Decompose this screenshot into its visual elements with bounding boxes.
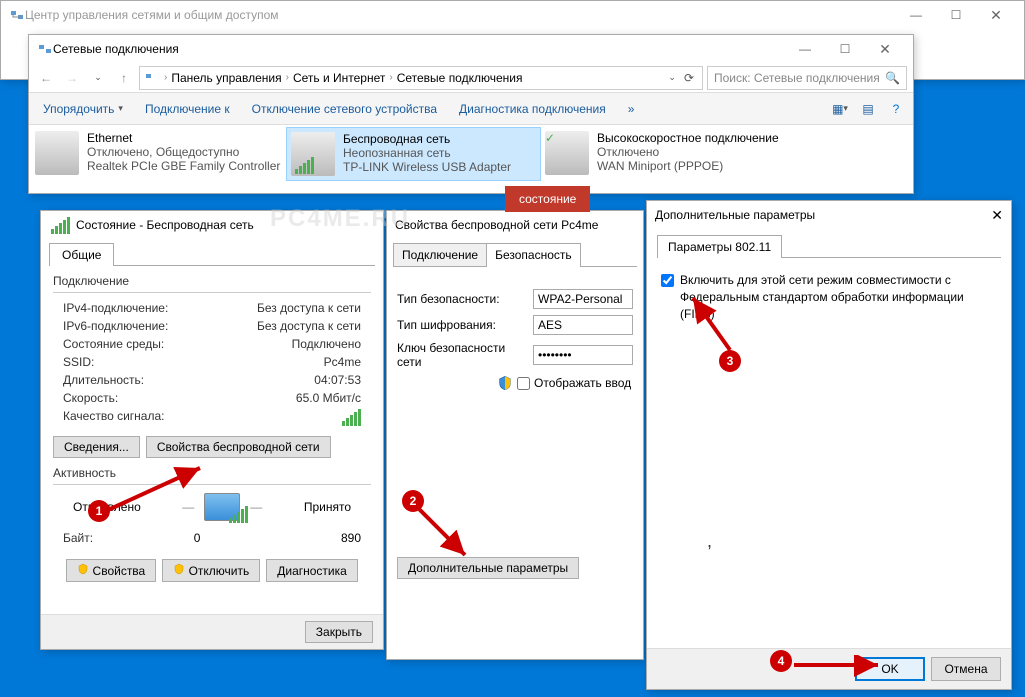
show-characters-checkbox[interactable] [517, 377, 530, 390]
callout-1: 1 [88, 500, 110, 522]
network-icon [9, 7, 25, 23]
connect-to-button[interactable]: Подключение к [137, 98, 238, 120]
tab-bar: Параметры 802.11 [657, 235, 1001, 258]
titlebar: Свойства беспроводной сети Pc4me [387, 211, 643, 239]
preview-pane-icon[interactable]: ▤ [857, 98, 879, 120]
tab-bar: Общие [49, 243, 375, 266]
breadcrumb-item[interactable]: Сетевые подключения [397, 71, 523, 85]
back-button[interactable]: ← [35, 67, 57, 89]
window-title: Дополнительные параметры [655, 208, 815, 222]
wireless-adapter-icon [291, 132, 335, 176]
callout-3: 3 [719, 350, 741, 372]
titlebar: Состояние - Беспроводная сеть [41, 211, 383, 239]
disable-device-button[interactable]: Отключение сетевого устройства [244, 98, 445, 120]
maximize-button[interactable]: ☐ [825, 35, 865, 63]
advanced-settings-button[interactable]: Дополнительные параметры [397, 557, 579, 579]
encryption-type-combo[interactable]: AES [533, 315, 633, 335]
callout-2: 2 [402, 490, 424, 512]
minimize-button[interactable]: — [896, 1, 936, 29]
diagnose-button[interactable]: Диагностика подключения [451, 98, 614, 120]
close-button[interactable]: ✕ [976, 1, 1016, 29]
titlebar: Центр управления сетями и общим доступом… [1, 1, 1024, 29]
breadcrumb-bar[interactable]: › Панель управления › Сеть и Интернет › … [139, 66, 703, 90]
titlebar: Дополнительные параметры ✕ [647, 201, 1011, 229]
wireless-properties-window: Свойства беспроводной сети Pc4me Подключ… [386, 210, 644, 660]
view-layout-icon[interactable]: ▦ ▾ [829, 98, 851, 120]
forward-button[interactable]: → [61, 67, 83, 89]
shield-icon [173, 563, 185, 575]
history-dropdown-icon[interactable]: ⌄ [668, 72, 676, 83]
signal-icon [229, 506, 248, 523]
window-title: Сетевые подключения [53, 42, 785, 56]
search-input[interactable]: Поиск: Сетевые подключения 🔍 [707, 66, 907, 90]
shield-icon [77, 563, 89, 575]
tab-general[interactable]: Общие [49, 243, 114, 266]
network-connections-window: Сетевые подключения — ☐ ✕ ← → ⌄ ↑ › Пане… [28, 34, 914, 194]
wireless-status-window: Состояние - Беспроводная сеть Общие Подк… [40, 210, 384, 650]
cancel-button[interactable]: Отмена [931, 657, 1001, 681]
connection-item-ethernet[interactable]: Ethernet Отключено, Общедоступно Realtek… [31, 127, 286, 181]
connection-item-broadband[interactable]: ✓ Высокоскоростное подключение Отключено… [541, 127, 796, 181]
disable-button[interactable]: Отключить [162, 559, 260, 582]
wireless-properties-button[interactable]: Свойства беспроводной сети [146, 436, 331, 458]
close-button[interactable]: ✕ [865, 35, 905, 63]
signal-icon [51, 217, 70, 234]
fips-checkbox[interactable] [661, 274, 674, 287]
refresh-icon[interactable]: ⟳ [684, 71, 694, 85]
maximize-button[interactable]: ☐ [936, 1, 976, 29]
breadcrumb-item[interactable]: Панель управления [171, 71, 281, 85]
ok-button[interactable]: OK [855, 657, 925, 681]
titlebar: Сетевые подключения — ☐ ✕ [29, 35, 913, 63]
advanced-settings-window: Дополнительные параметры ✕ Параметры 802… [646, 200, 1012, 690]
close-button[interactable]: ✕ [991, 207, 1003, 224]
close-button[interactable]: Закрыть [305, 621, 373, 643]
network-folder-icon [144, 70, 160, 86]
tab-security[interactable]: Безопасность [486, 243, 581, 267]
shield-icon [497, 375, 513, 391]
diagnose-button[interactable]: Диагностика [266, 559, 358, 582]
minimize-button[interactable]: — [785, 35, 825, 63]
tab-connection[interactable]: Подключение [393, 243, 487, 266]
details-button[interactable]: Сведения... [53, 436, 140, 458]
security-key-input[interactable]: •••••••• [533, 345, 633, 365]
command-bar: Упорядочить ▾ Подключение к Отключение с… [29, 93, 913, 125]
network-folder-icon [37, 41, 53, 57]
up-button[interactable]: ↑ [113, 67, 135, 89]
search-icon: 🔍 [885, 71, 900, 85]
ethernet-adapter-icon [35, 131, 79, 175]
tab-bar: Подключение Безопасность [393, 243, 637, 267]
address-bar: ← → ⌄ ↑ › Панель управления › Сеть и Инт… [29, 63, 913, 93]
breadcrumb-item[interactable]: Сеть и Интернет [293, 71, 385, 85]
more-button[interactable]: » [620, 98, 643, 120]
connection-item-wireless[interactable]: Беспроводная сеть Неопознанная сеть TP-L… [286, 127, 541, 181]
broadband-adapter-icon: ✓ [545, 131, 589, 175]
window-title: Центр управления сетями и общим доступом [25, 8, 896, 22]
help-icon[interactable]: ? [885, 98, 907, 120]
organize-menu[interactable]: Упорядочить ▾ [35, 98, 131, 120]
tab-80211[interactable]: Параметры 802.11 [657, 235, 782, 258]
connection-group: Подключение IPv4-подключение:Без доступа… [53, 274, 371, 428]
recent-button[interactable]: ⌄ [87, 67, 109, 89]
window-title: Состояние - Беспроводная сеть [76, 218, 254, 232]
connections-list: Ethernet Отключено, Общедоступно Realtek… [29, 125, 913, 183]
status-tooltip: состояние [505, 186, 590, 212]
window-title: Свойства беспроводной сети Pc4me [395, 218, 598, 232]
properties-button[interactable]: Свойства [66, 559, 156, 582]
callout-4: 4 [770, 650, 792, 672]
security-type-combo[interactable]: WPA2-Personal [533, 289, 633, 309]
signal-strength-icon [342, 409, 361, 426]
